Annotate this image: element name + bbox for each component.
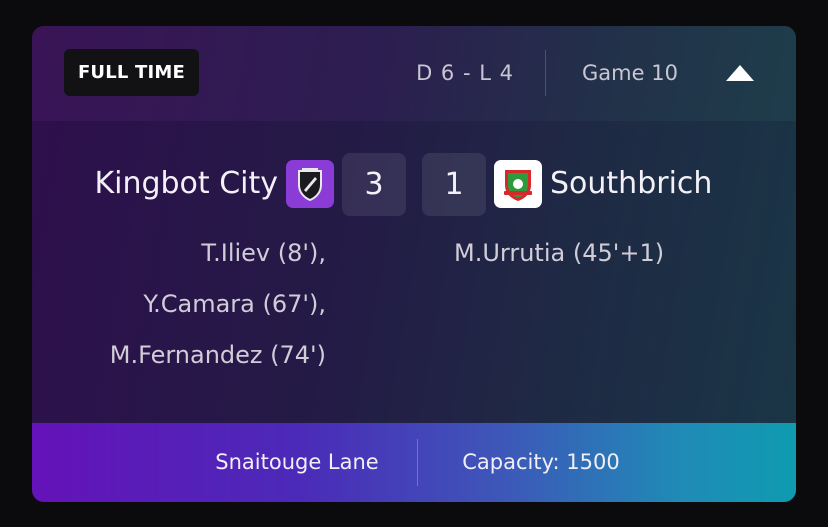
away-team-crest-icon [494,160,542,208]
home-scorers-list: T.Iliev (8'), Y.Camara (67'), M.Fernande… [62,228,326,381]
venue-name: Snaitouge Lane [215,450,379,474]
match-card: FULL TIME D 6 - L 4 Game 10 Kingbot City… [32,26,796,502]
collapse-button[interactable] [722,60,758,86]
away-score: 1 [422,153,486,216]
away-team-name: Southbrich [550,166,713,201]
home-scorer-item: Y.Camara (67'), [143,290,326,318]
header-divider [545,50,546,96]
home-team-crest-icon [286,160,334,208]
home-score: 3 [342,153,406,216]
home-team-name: Kingbot City [94,166,278,201]
away-scorer-item: M.Urrutia (45'+1) [454,239,665,267]
match-header: FULL TIME D 6 - L 4 Game 10 [32,26,796,121]
home-scorer-item: T.Iliev (8'), [201,239,326,267]
footer-divider [417,439,418,486]
home-scorer-item: M.Fernandez (74') [109,341,326,369]
away-scorers-list: M.Urrutia (45'+1) [454,228,754,279]
venue-capacity: Capacity: 1500 [462,450,620,474]
chevron-up-icon [726,65,754,81]
status-badge: FULL TIME [64,49,199,96]
venue-footer: Snaitouge Lane Capacity: 1500 [32,423,796,502]
record-summary: D 6 - L 4 [416,61,514,85]
game-number: Game 10 [582,61,678,85]
